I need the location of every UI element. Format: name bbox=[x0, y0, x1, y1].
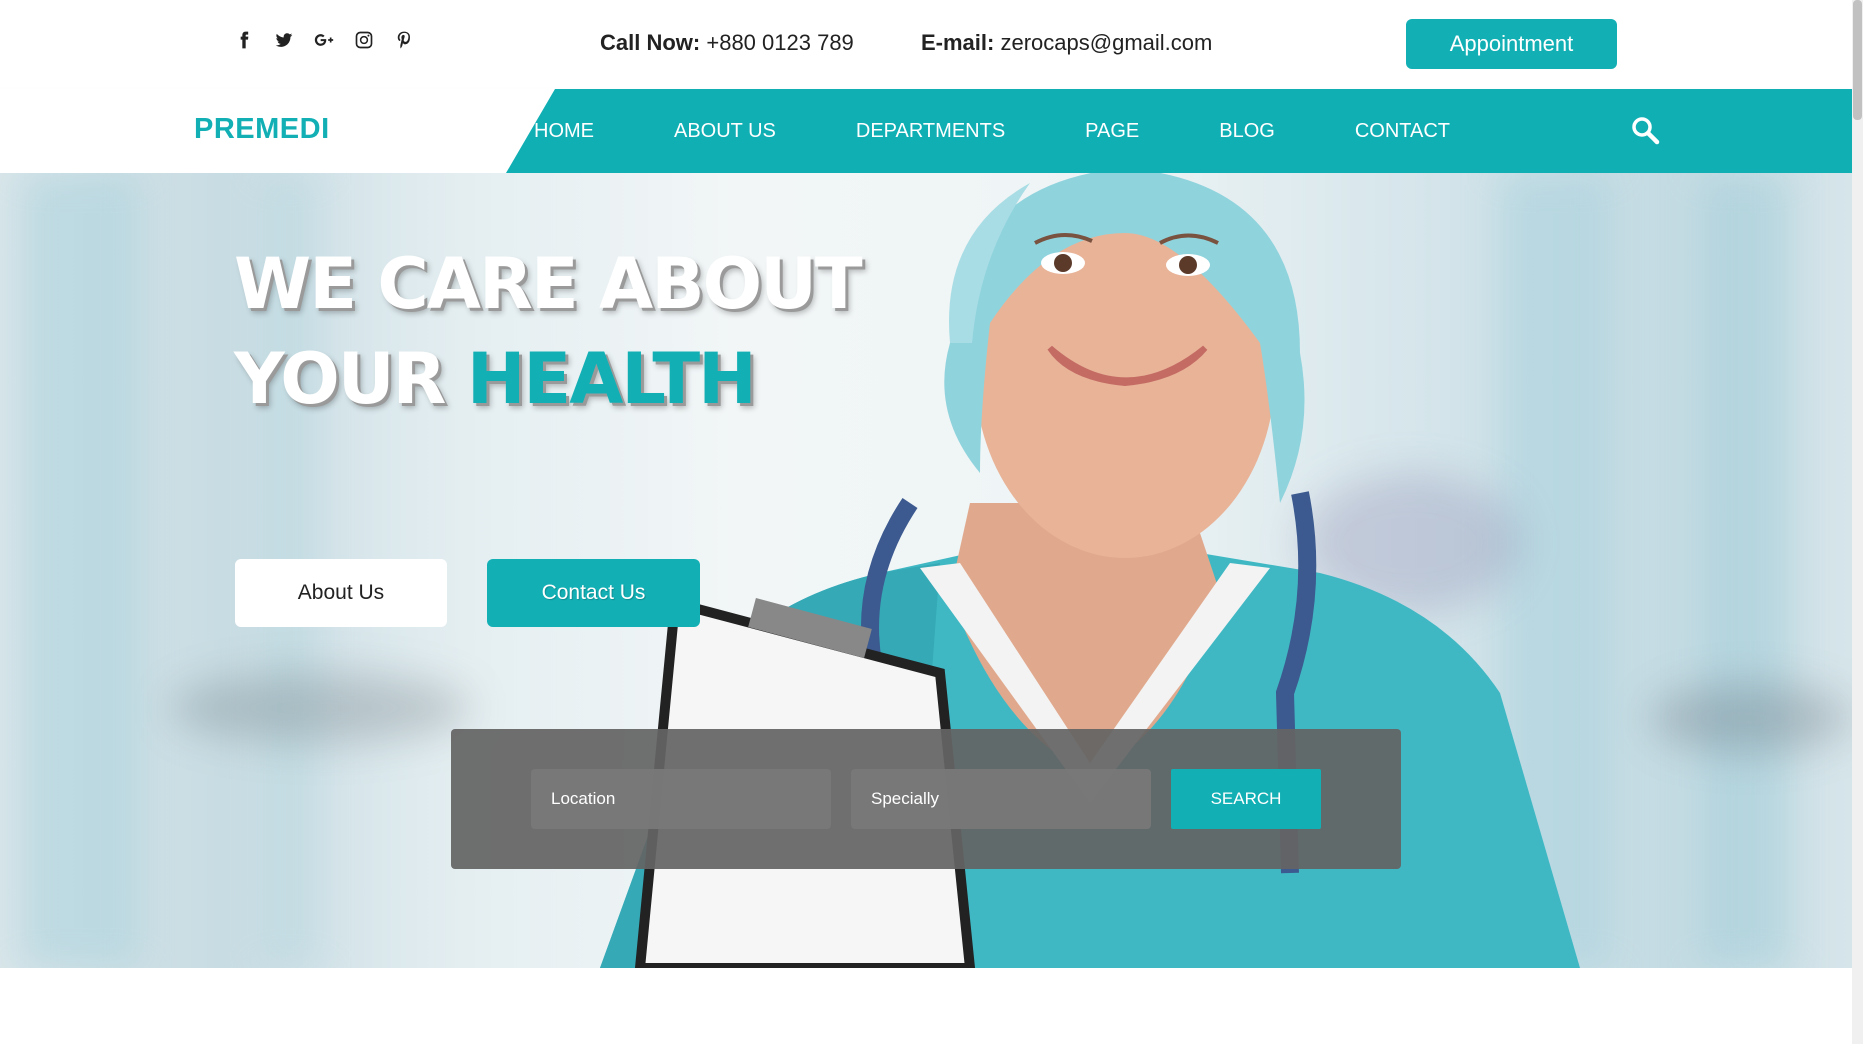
nav-item-contact[interactable]: CONTACT bbox=[1355, 120, 1450, 143]
nav-item-departments[interactable]: DEPARTMENTS bbox=[856, 120, 1005, 143]
search-icon[interactable] bbox=[1630, 115, 1660, 145]
top-bar: Call Now: +880 0123 789 E-mail: zerocaps… bbox=[0, 0, 1852, 89]
hero-headline-plain: YOUR bbox=[234, 338, 467, 420]
instagram-icon[interactable] bbox=[352, 28, 376, 52]
email-address[interactable]: zerocaps@gmail.com bbox=[1000, 30, 1212, 55]
hero-banner: WE CARE ABOUT YOUR HEALTH About Us Conta… bbox=[0, 173, 1852, 968]
hero-headline-line2: YOUR HEALTH bbox=[234, 338, 757, 420]
call-number[interactable]: +880 0123 789 bbox=[706, 30, 853, 55]
appointment-button[interactable]: Appointment bbox=[1406, 19, 1617, 69]
email-info: E-mail: zerocaps@gmail.com bbox=[921, 30, 1212, 56]
nav-item-home[interactable]: HOME bbox=[534, 120, 594, 143]
nav-menu: HOME ABOUT US DEPARTMENTS PAGE BLOG CONT… bbox=[534, 89, 1530, 173]
nav-item-page[interactable]: PAGE bbox=[1085, 120, 1139, 143]
social-links bbox=[232, 28, 416, 52]
nav-item-blog[interactable]: BLOG bbox=[1219, 120, 1275, 143]
contact-us-button[interactable]: Contact Us bbox=[487, 559, 700, 627]
pinterest-icon[interactable] bbox=[392, 28, 416, 52]
scrollbar-thumb[interactable] bbox=[1853, 0, 1862, 120]
doctor-search-panel: SEARCH bbox=[451, 729, 1401, 869]
twitter-icon[interactable] bbox=[272, 28, 296, 52]
scrollbar-track[interactable] bbox=[1852, 0, 1863, 1044]
location-input[interactable] bbox=[531, 769, 831, 829]
search-button[interactable]: SEARCH bbox=[1171, 769, 1321, 829]
call-info: Call Now: +880 0123 789 bbox=[600, 30, 854, 56]
facebook-icon[interactable] bbox=[232, 28, 256, 52]
hero-headline-line1: WE CARE ABOUT bbox=[234, 243, 863, 325]
nav-item-about-us[interactable]: ABOUT US bbox=[674, 120, 776, 143]
google-plus-icon[interactable] bbox=[312, 28, 336, 52]
call-label: Call Now: bbox=[600, 30, 701, 55]
specialty-input[interactable] bbox=[851, 769, 1151, 829]
site-logo[interactable]: PREMEDI bbox=[194, 113, 330, 146]
hero-headline-accent: HEALTH bbox=[466, 338, 757, 420]
main-nav: PREMEDI HOME ABOUT US DEPARTMENTS PAGE B… bbox=[0, 89, 1852, 173]
email-label: E-mail: bbox=[921, 30, 995, 55]
about-us-button[interactable]: About Us bbox=[235, 559, 447, 627]
